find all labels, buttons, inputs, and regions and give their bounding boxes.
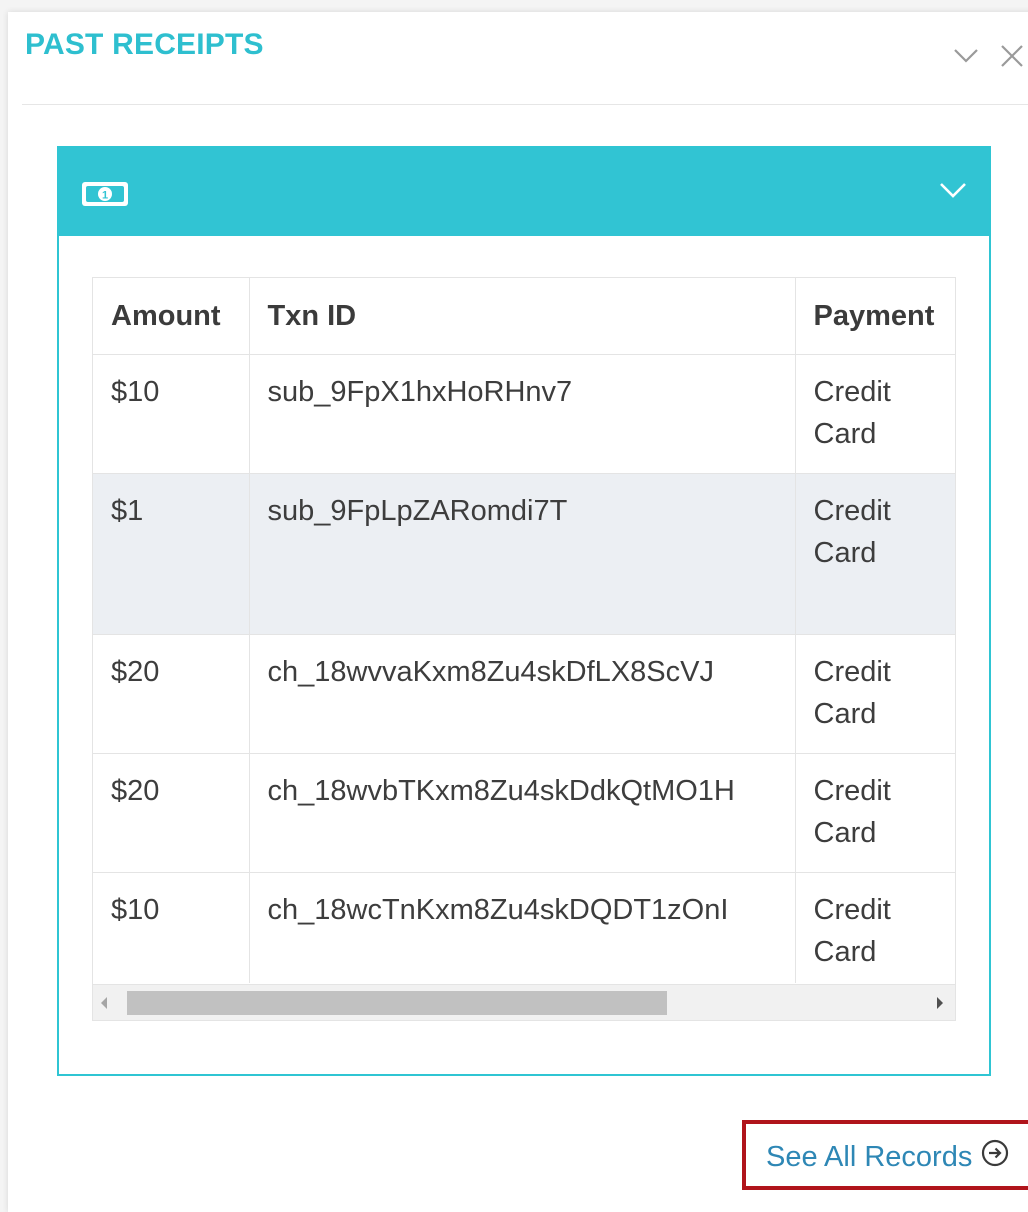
receipts-widget: 1 Amount Txn ID Payment $10 sub_9FpX1hxH… [57, 146, 991, 1076]
scroll-right-arrow-icon[interactable] [937, 997, 943, 1009]
see-all-records-label: See All Records [766, 1140, 973, 1173]
payment-line1: Credit [813, 376, 891, 408]
payment-line2: Card [813, 537, 877, 569]
svg-text:1: 1 [102, 190, 108, 202]
payment-line1: Credit [813, 495, 891, 527]
payment-line2: Card [813, 698, 877, 730]
panel-title: PAST RECEIPTS [25, 28, 264, 61]
cell-payment: Credit Card [795, 753, 955, 873]
table-row: $20 ch_18wvbTKxm8Zu4skDdkQtMO1H Credit Ca… [93, 753, 955, 873]
column-header-txn-id: Txn ID [249, 278, 796, 355]
column-header-payment: Payment [795, 278, 955, 355]
column-header-amount: Amount [93, 278, 250, 355]
see-all-records-link[interactable]: See All Records [766, 1138, 1010, 1176]
scrollbar-thumb[interactable] [127, 991, 667, 1015]
money-bill-icon: 1 [81, 181, 129, 207]
chevron-down-icon[interactable] [952, 42, 980, 70]
cell-txn-id: ch_18wvvaKxm8Zu4skDfLX8ScVJ [249, 634, 796, 754]
cell-amount: $20 [93, 634, 250, 754]
table-row: $1 sub_9FpLpZARomdi7T Credit Card [93, 473, 955, 635]
receipts-table: Amount Txn ID Payment $10 sub_9FpX1hxHoR… [93, 278, 955, 983]
receipts-table-container: Amount Txn ID Payment $10 sub_9FpX1hxHoR… [92, 277, 956, 1021]
table-row: $10 ch_18wcTnKxm8Zu4skDQDT1zOnI Credit Ca… [93, 872, 955, 983]
payment-line2: Card [813, 936, 877, 968]
payment-line1: Credit [813, 894, 891, 926]
payment-line2: Card [813, 817, 877, 849]
horizontal-scrollbar[interactable] [93, 984, 955, 1020]
cell-payment: Credit Card [795, 354, 955, 474]
cell-txn-id: sub_9FpLpZARomdi7T [249, 473, 796, 635]
table-row: $10 sub_9FpX1hxHoRHnv7 Credit Card [93, 354, 955, 474]
cell-amount: $10 [93, 872, 250, 983]
scroll-left-arrow-icon[interactable] [101, 997, 107, 1009]
past-receipts-panel: PAST RECEIPTS 1 Amount Txn ID Payment $1… [8, 12, 1028, 1212]
cell-amount: $1 [93, 473, 250, 635]
arrow-circle-right-icon [980, 1138, 1010, 1176]
cell-payment: Credit Card [795, 872, 955, 983]
close-icon[interactable] [998, 42, 1026, 70]
cell-txn-id: ch_18wcTnKxm8Zu4skDQDT1zOnI [249, 872, 796, 983]
cell-amount: $20 [93, 753, 250, 873]
payment-line1: Credit [813, 656, 891, 688]
cell-amount: $10 [93, 354, 250, 474]
cell-payment: Credit Card [795, 473, 955, 635]
cell-txn-id: sub_9FpX1hxHoRHnv7 [249, 354, 796, 474]
payment-line2: Card [813, 418, 877, 450]
table-header-row: Amount Txn ID Payment [93, 278, 955, 355]
payment-line1: Credit [813, 775, 891, 807]
table-row: $20 ch_18wvvaKxm8Zu4skDfLX8ScVJ Credit Ca… [93, 634, 955, 754]
cell-payment: Credit Card [795, 634, 955, 754]
cell-txn-id: ch_18wvbTKxm8Zu4skDdkQtMO1H [249, 753, 796, 873]
see-all-records-highlight: See All Records [742, 1120, 1028, 1190]
header-divider [22, 104, 1028, 105]
chevron-down-icon[interactable] [937, 178, 969, 202]
widget-header: 1 [59, 148, 989, 236]
